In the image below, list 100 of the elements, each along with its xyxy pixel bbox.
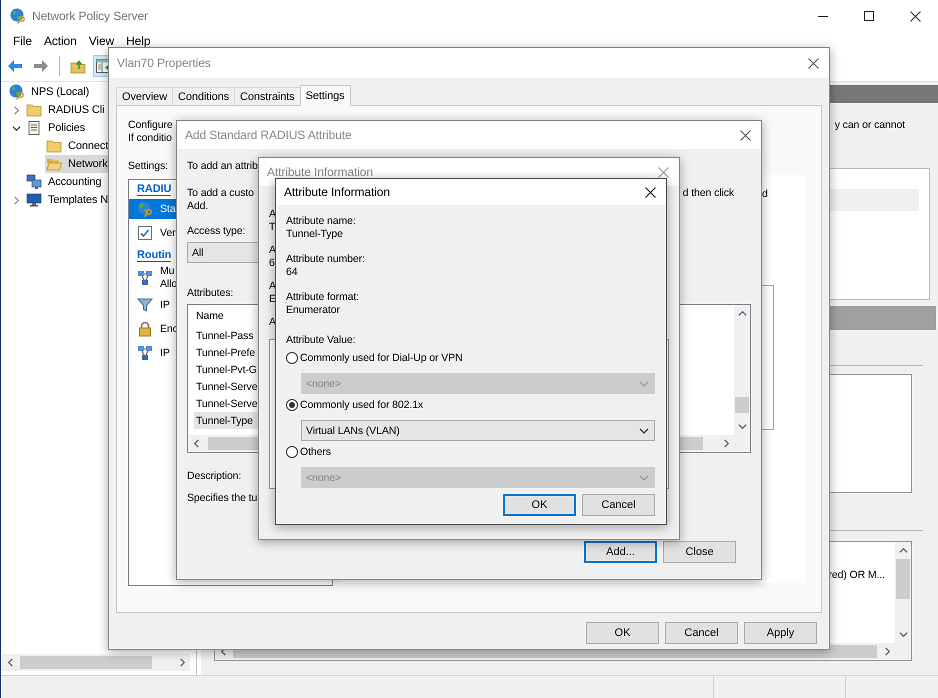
- instruction-text: Add.: [187, 200, 208, 213]
- scroll-up-icon[interactable]: [738, 309, 746, 318]
- radio-button[interactable]: [286, 446, 298, 458]
- field-label: Attribute Value:: [286, 334, 356, 347]
- scroll-thumb[interactable]: [735, 397, 749, 413]
- menu-item[interactable]: Action: [38, 34, 83, 48]
- tree-item[interactable]: RADIUS Cli: [25, 101, 106, 119]
- chevron-down-icon[interactable]: [12, 124, 21, 132]
- scrollbar[interactable]: [734, 305, 750, 435]
- computers-icon: [26, 174, 42, 190]
- scroll-down-icon[interactable]: [738, 422, 746, 431]
- text-fragment: 6: [269, 257, 275, 270]
- description-text: y can or cannot: [834, 119, 905, 132]
- tree-item[interactable]: NPS (Local): [8, 83, 92, 101]
- close-icon[interactable]: [740, 130, 751, 140]
- field-label: Settings:: [128, 160, 168, 173]
- dialog-button[interactable]: Apply: [744, 622, 817, 644]
- instruction-text: To add an attrib: [187, 160, 258, 173]
- folder-up-icon: [70, 58, 86, 74]
- dialog-button[interactable]: Cancel: [665, 622, 738, 644]
- scrollbar[interactable]: [2, 654, 190, 671]
- scrollbar[interactable]: [895, 542, 911, 643]
- dialog-button[interactable]: OK: [586, 622, 659, 644]
- tree-item[interactable]: Connect: [45, 137, 110, 155]
- scroll-thumb[interactable]: [20, 656, 152, 669]
- field-label: Attributes:: [187, 287, 234, 300]
- settings-item[interactable]: IP: [129, 295, 173, 315]
- field-value: 64: [286, 266, 298, 279]
- back-arrow-icon: [7, 58, 23, 72]
- field-value: Enumerator: [286, 304, 340, 317]
- close-icon[interactable]: [910, 10, 920, 22]
- radio-label[interactable]: Commonly used for Dial-Up or VPN: [300, 352, 463, 364]
- field-label: Access type:: [187, 225, 246, 238]
- funnel-icon: [137, 297, 153, 313]
- dialog-button[interactable]: OK: [503, 494, 576, 516]
- forward-arrow-icon: [33, 58, 49, 72]
- intro-text: Configure: [128, 119, 173, 132]
- globe-icon: [137, 201, 153, 217]
- settings-item[interactable]: IP: [129, 343, 173, 363]
- tree-item[interactable]: Templates N: [25, 191, 110, 209]
- folder-icon: [26, 102, 42, 118]
- scroll-right-icon[interactable]: [178, 658, 186, 667]
- close-icon[interactable]: [808, 58, 819, 68]
- dialog-title: Attribute Information: [267, 165, 374, 179]
- globe-icon: [9, 84, 25, 100]
- lock-icon: [137, 321, 153, 337]
- dialog-button[interactable]: Add...: [584, 541, 657, 563]
- instruction-text: To add a custo: [187, 187, 254, 200]
- radio-button[interactable]: [286, 352, 298, 364]
- description-text: Specifies the tu: [187, 492, 258, 505]
- globe-icon: [10, 8, 26, 24]
- settings-item[interactable]: Ver: [129, 223, 178, 243]
- text-fragment: T: [269, 221, 276, 234]
- field-label: Description:: [187, 470, 242, 483]
- checklist-icon: [137, 225, 153, 241]
- dialog-title: Attribute Information: [284, 185, 391, 199]
- scroll-thumb[interactable]: [896, 559, 910, 599]
- menu-item[interactable]: Help: [120, 34, 156, 48]
- dialog-title: Add Standard RADIUS Attribute: [185, 128, 353, 142]
- chevron-right-icon[interactable]: [12, 106, 21, 114]
- network-icon: [137, 345, 153, 361]
- intro-text: If conditio: [128, 132, 172, 145]
- text-fragment: E: [269, 293, 276, 306]
- scroll-right-icon[interactable]: [722, 439, 730, 448]
- radio-button[interactable]: [286, 399, 298, 411]
- tree-item[interactable]: Network: [45, 155, 110, 173]
- field-label: Attribute name:: [286, 215, 356, 228]
- scroll-left-icon[interactable]: [192, 439, 200, 448]
- scroll-right-icon[interactable]: [882, 647, 892, 656]
- radio-label[interactable]: Others: [300, 446, 331, 458]
- scroll-down-icon[interactable]: [898, 630, 908, 639]
- dialog-button[interactable]: Close: [663, 541, 736, 563]
- field-label: Attribute number:: [286, 253, 365, 266]
- scroll-left-icon[interactable]: [6, 658, 14, 667]
- dialog-button[interactable]: Cancel: [582, 494, 655, 516]
- chevron-down-icon[interactable]: [639, 426, 649, 436]
- close-icon[interactable]: [645, 186, 656, 198]
- text-fragment: d: [762, 188, 769, 201]
- network-icon: [137, 270, 153, 286]
- scroll-up-icon[interactable]: [898, 546, 908, 555]
- tree-item[interactable]: Policies: [25, 119, 88, 137]
- monitor-icon: [26, 192, 42, 208]
- menu-item[interactable]: View: [82, 34, 120, 48]
- tab[interactable]: Settings: [300, 85, 351, 106]
- tree-item[interactable]: Accounting: [25, 173, 104, 191]
- field-value: Tunnel-Type: [286, 228, 343, 241]
- chevron-right-icon[interactable]: [12, 196, 21, 204]
- document-icon: [26, 120, 42, 136]
- window-title: Network Policy Server: [32, 9, 149, 23]
- radio-label[interactable]: Commonly used for 802.1x: [300, 398, 424, 412]
- dropdown[interactable]: Virtual LANs (VLAN): [301, 420, 655, 441]
- settings-item[interactable]: Sta: [129, 199, 178, 219]
- section-heading: RADIU: [137, 182, 172, 196]
- field-label: Attribute format:: [286, 291, 359, 304]
- open-folder-icon: [46, 156, 62, 172]
- instruction-text: d then click: [682, 187, 734, 201]
- tab[interactable]: Overview: [116, 87, 174, 105]
- dialog-title: Vlan70 Properties: [117, 56, 212, 70]
- maximize-icon[interactable]: [864, 11, 874, 21]
- menu-item[interactable]: File: [7, 34, 38, 48]
